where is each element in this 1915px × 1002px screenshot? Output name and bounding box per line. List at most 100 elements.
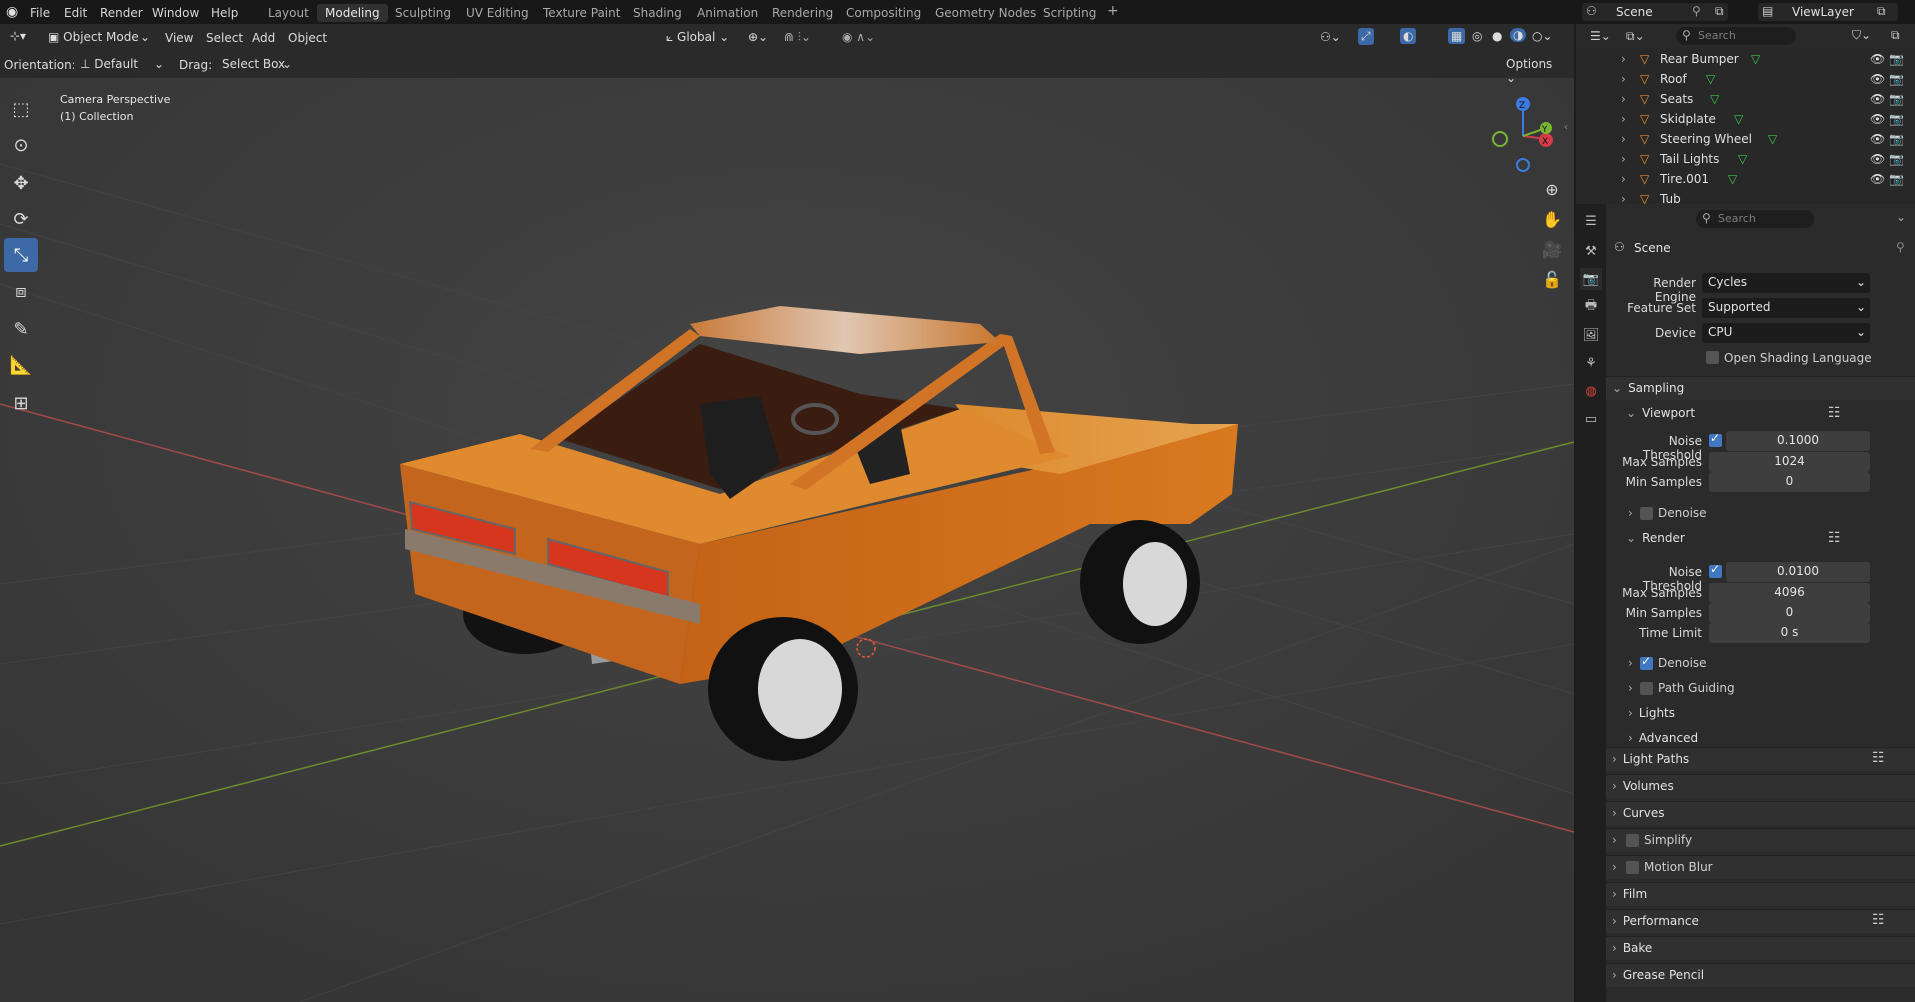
- open-shading-language-checkbox[interactable]: [1706, 351, 1719, 364]
- tab-sculpting[interactable]: Sculpting: [395, 6, 451, 20]
- render-tab-icon[interactable]: 📷: [1580, 268, 1602, 290]
- film-header[interactable]: › Film: [1612, 887, 1647, 901]
- new-scene-icon[interactable]: ⧉: [1715, 4, 1724, 19]
- measure-tool-icon[interactable]: 📐: [4, 348, 38, 382]
- camera-icon[interactable]: 📷: [1889, 112, 1904, 126]
- tab-uv-editing[interactable]: UV Editing: [466, 6, 529, 20]
- camera-icon[interactable]: 📷: [1889, 172, 1904, 186]
- tab-geometry-nodes[interactable]: Geometry Nodes: [935, 6, 1036, 20]
- select-box-tool-icon[interactable]: ⬚: [4, 92, 38, 126]
- motion-blur-checkbox[interactable]: [1626, 861, 1639, 874]
- add-workspace-button[interactable]: +: [1107, 3, 1119, 19]
- menu-help[interactable]: Help: [211, 6, 238, 20]
- tool-tab-icon[interactable]: ⚒: [1580, 240, 1602, 262]
- world-tab-icon[interactable]: ◍: [1580, 380, 1602, 402]
- render-max-samples-field[interactable]: 4096: [1709, 583, 1870, 603]
- properties-editor-icon[interactable]: ☰: [1580, 210, 1602, 232]
- scene-tab-icon[interactable]: ⚘: [1580, 352, 1602, 374]
- tab-layout[interactable]: Layout: [268, 6, 309, 20]
- outliner-editor-icon[interactable]: ☰⌄: [1590, 29, 1611, 43]
- eye-icon[interactable]: 👁: [1870, 152, 1885, 166]
- proportional-edit-icon[interactable]: ◉ ∧⌄: [842, 30, 875, 44]
- collection-tab-icon[interactable]: ▭: [1580, 408, 1602, 430]
- feature-set-dropdown[interactable]: Supported ⌄: [1702, 298, 1870, 318]
- camera-icon[interactable]: 📷: [1889, 72, 1904, 86]
- tab-animation[interactable]: Animation: [697, 6, 758, 20]
- new-view-layer-icon[interactable]: ⧉: [1877, 4, 1886, 19]
- annotate-tool-icon[interactable]: ✎: [4, 312, 38, 346]
- grease-pencil-header[interactable]: › Grease Pencil: [1612, 968, 1704, 982]
- output-tab-icon[interactable]: 🖶: [1580, 296, 1602, 318]
- list-icon[interactable]: ☷: [1828, 405, 1841, 421]
- menu-edit[interactable]: Edit: [64, 6, 87, 20]
- rotate-tool-icon[interactable]: ⟳: [4, 202, 38, 236]
- path-guiding-subsection[interactable]: ›: [1628, 681, 1639, 695]
- menu-render[interactable]: Render: [100, 6, 143, 20]
- collapse-arrow-icon[interactable]: ‹: [1564, 122, 1568, 133]
- camera-icon[interactable]: 📷: [1889, 92, 1904, 106]
- menu-object[interactable]: Object: [288, 31, 327, 45]
- eye-icon[interactable]: 👁: [1870, 92, 1885, 106]
- eye-icon[interactable]: 👁: [1870, 112, 1885, 126]
- render-noise-threshold-field[interactable]: 0.0100: [1726, 562, 1870, 582]
- list-icon[interactable]: ☷: [1828, 530, 1841, 546]
- 3d-viewport[interactable]: Z X Y ⊹▾ ▣ Object Mode ⌄ View Select Add …: [0, 24, 1574, 1002]
- eye-icon[interactable]: 👁: [1870, 72, 1885, 86]
- outliner-row[interactable]: › ▽ Tub: [1576, 192, 1915, 204]
- lock-icon[interactable]: 🔓: [1539, 266, 1565, 292]
- viewport-subsection[interactable]: ⌄ Viewport: [1626, 406, 1695, 420]
- menu-select[interactable]: Select: [206, 31, 243, 45]
- light-paths-header[interactable]: › Light Paths: [1612, 752, 1689, 766]
- motion-blur-header[interactable]: ›: [1612, 860, 1623, 874]
- expand-arrow-icon[interactable]: ›: [1621, 192, 1626, 204]
- tab-scripting[interactable]: Scripting: [1043, 6, 1096, 20]
- viewport-min-samples-field[interactable]: 0: [1709, 472, 1870, 492]
- render-min-samples-field[interactable]: 0: [1709, 603, 1870, 623]
- filter-icon[interactable]: ⛉⌄: [1852, 28, 1871, 43]
- time-limit-field[interactable]: 0 s: [1709, 623, 1870, 643]
- expand-arrow-icon[interactable]: ›: [1621, 92, 1626, 106]
- gizmo-toggle-icon[interactable]: ⤢: [1358, 28, 1374, 45]
- list-icon[interactable]: ☷: [1872, 912, 1885, 928]
- add-cube-tool-icon[interactable]: ⊞: [4, 386, 38, 420]
- expand-arrow-icon[interactable]: ›: [1621, 152, 1626, 166]
- zoom-icon[interactable]: ⊕: [1539, 176, 1565, 202]
- outliner-row[interactable]: › ▽ Tail Lights ▽ 👁 📷: [1576, 152, 1915, 172]
- properties-search[interactable]: ⚲ Search: [1696, 210, 1814, 228]
- options-dropdown[interactable]: Options ⌄: [1500, 55, 1570, 85]
- rendered-shading-icon[interactable]: ○⌄: [1532, 29, 1553, 43]
- solid-shading-icon[interactable]: ●: [1492, 29, 1502, 43]
- viewport-max-samples-field[interactable]: 1024: [1709, 452, 1870, 472]
- expand-arrow-icon[interactable]: ›: [1621, 132, 1626, 146]
- outliner-search[interactable]: ⚲ Search: [1676, 27, 1796, 45]
- outliner-row[interactable]: › ▽ Roof ▽ 👁 📷: [1576, 72, 1915, 92]
- drag-dropdown[interactable]: Select Box ⌄: [216, 55, 296, 75]
- camera-icon[interactable]: 📷: [1889, 152, 1904, 166]
- lights-subsection[interactable]: › Lights: [1628, 706, 1675, 720]
- camera-view-icon[interactable]: 🎥: [1539, 236, 1565, 262]
- render-engine-dropdown[interactable]: Cycles ⌄: [1702, 273, 1870, 293]
- viewport-noise-threshold-field[interactable]: 0.1000: [1726, 431, 1870, 451]
- mode-dropdown[interactable]: ▣ Object Mode ⌄: [42, 28, 154, 48]
- simplify-checkbox[interactable]: [1626, 834, 1639, 847]
- pivot-icon[interactable]: ⊕⌄: [748, 30, 768, 44]
- snap-icon[interactable]: ⋒ ⫶⌄: [784, 30, 811, 45]
- volumes-header[interactable]: › Volumes: [1612, 779, 1674, 793]
- wireframe-shading-icon[interactable]: ◎: [1472, 29, 1482, 43]
- simplify-header[interactable]: ›: [1612, 833, 1623, 847]
- scale-tool-icon[interactable]: ⤡: [4, 238, 38, 272]
- expand-arrow-icon[interactable]: ›: [1621, 112, 1626, 126]
- expand-arrow-icon[interactable]: ›: [1621, 52, 1626, 66]
- performance-header[interactable]: › Performance: [1612, 914, 1699, 928]
- material-shading-icon[interactable]: ◑: [1510, 28, 1527, 42]
- viewport-noise-threshold-checkbox[interactable]: [1709, 431, 1722, 447]
- denoise-checkbox[interactable]: [1640, 654, 1653, 670]
- sampling-section[interactable]: ⌄ Sampling: [1612, 381, 1684, 395]
- eye-icon[interactable]: 👁: [1870, 132, 1885, 146]
- render-subsection[interactable]: ⌄ Render: [1626, 531, 1685, 545]
- outliner-row[interactable]: › ▽ Steering Wheel ▽ 👁 📷: [1576, 132, 1915, 152]
- tab-rendering[interactable]: Rendering: [772, 6, 833, 20]
- transform-orientation-dropdown[interactable]: ⟀ Global ⌄: [660, 28, 740, 48]
- viewport-scene[interactable]: Z X Y: [0, 24, 1574, 1002]
- chevron-down-icon[interactable]: ⌄: [1896, 210, 1906, 224]
